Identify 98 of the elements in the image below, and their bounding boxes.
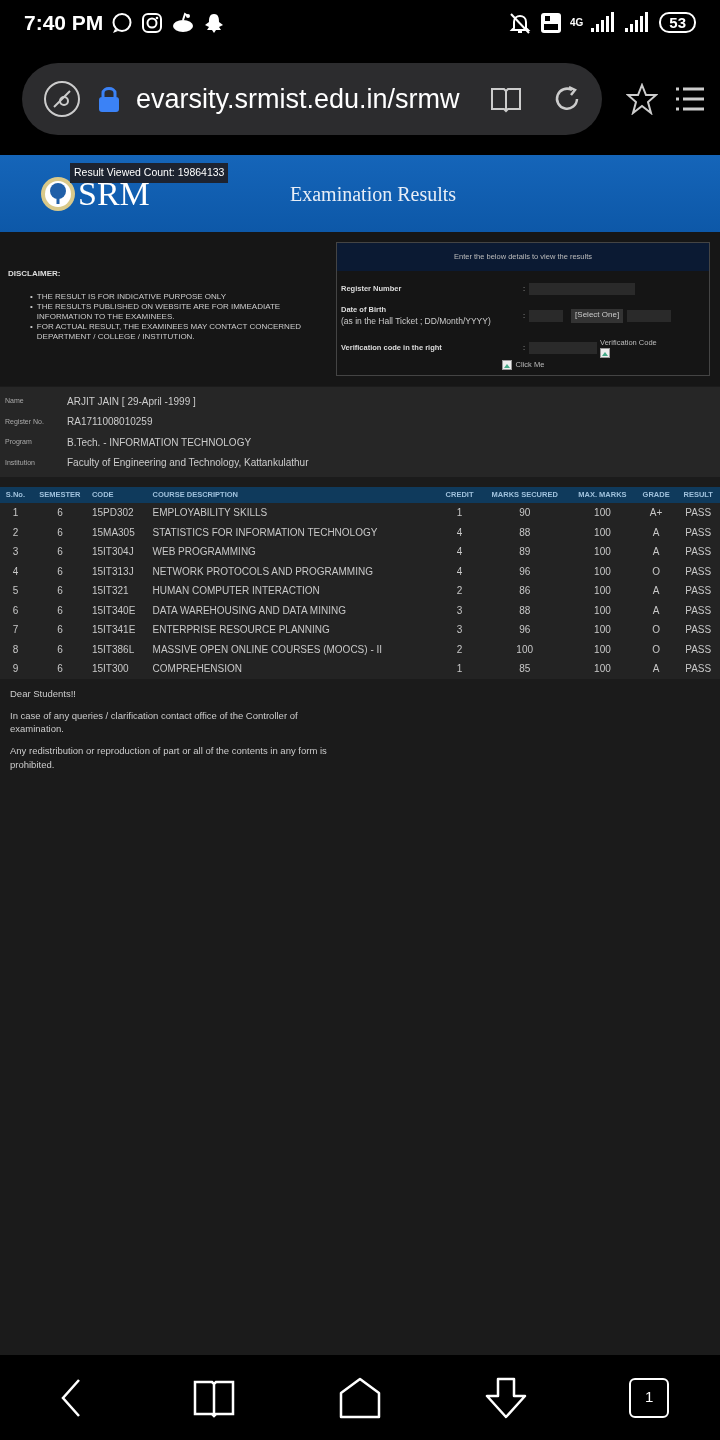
battery-indicator: 53 xyxy=(659,12,696,33)
table-cell: COMPREHENSION xyxy=(149,659,439,679)
download-icon[interactable] xyxy=(483,1375,528,1420)
table-cell: 6 xyxy=(30,581,89,601)
menu-icon[interactable] xyxy=(674,85,706,113)
table-cell: 90 xyxy=(480,503,570,523)
table-cell: 4 xyxy=(438,542,481,562)
table-cell: A+ xyxy=(635,503,677,523)
book-icon[interactable] xyxy=(490,85,522,113)
table-cell: ENTERPRISE RESOURCE PLANNING xyxy=(149,620,439,640)
table-cell: 100 xyxy=(569,503,636,523)
table-cell: PASS xyxy=(676,503,720,523)
table-cell: 5 xyxy=(0,581,31,601)
table-cell: 6 xyxy=(30,659,89,679)
table-cell: 100 xyxy=(480,639,570,659)
table-cell: 4 xyxy=(0,561,31,581)
table-cell: 85 xyxy=(480,659,570,679)
table-cell: 8 xyxy=(0,639,31,659)
clock-time: 7:40 PM xyxy=(24,9,104,36)
table-cell: 15IT304J xyxy=(88,542,150,562)
dropdown[interactable]: [Select One] xyxy=(571,309,624,323)
table-cell: 96 xyxy=(480,561,570,581)
table-cell: WEB PROGRAMMING xyxy=(149,542,439,562)
broken-image-icon xyxy=(600,348,611,359)
table-cell: EMPLOYABILITY SKILLS xyxy=(149,503,439,523)
table-cell: A xyxy=(635,659,677,679)
table-cell: 1 xyxy=(438,503,481,523)
table-cell: 6 xyxy=(30,542,89,562)
disclaimer-item: FOR ACTUAL RESULT, THE EXAMINEES MAY CONTACT CONCERNED DEPARTMENT / COLLEGE / INSTITUTION. xyxy=(36,322,302,342)
notice-text: Dear Students!! xyxy=(10,686,77,700)
table-cell: A xyxy=(635,542,677,562)
address-bar[interactable]: evarsity.srmist.edu.in/srmw xyxy=(22,63,602,135)
chat-bubble-icon xyxy=(111,11,134,34)
lock-icon xyxy=(98,85,120,113)
table-cell: 100 xyxy=(569,581,636,601)
table-cell: 100 xyxy=(569,639,636,659)
table-cell: 9 xyxy=(0,659,31,679)
table-cell: 100 xyxy=(569,542,636,562)
table-cell: 15PD302 xyxy=(88,503,150,523)
tabs-button[interactable]: 1 xyxy=(629,1377,670,1418)
table-cell: 89 xyxy=(480,542,570,562)
table-cell: 88 xyxy=(480,600,570,620)
field-hint: (as in the Hall Ticket ; DD/Month/YYYY) xyxy=(341,315,492,328)
bullet-mark: • xyxy=(30,292,33,302)
url-text: evarsity.srmist.edu.in/srmw xyxy=(136,82,461,116)
page-title: Examination Results xyxy=(290,181,457,207)
bullet-mark: • xyxy=(30,302,33,313)
tree-logo-icon xyxy=(40,175,76,212)
table-cell: PASS xyxy=(676,620,720,640)
detail-value: B.Tech. - INFORMATION TECHNOLOGY xyxy=(67,435,252,450)
table-cell: 2 xyxy=(0,522,31,542)
home-icon[interactable] xyxy=(338,1375,382,1420)
table-cell: PASS xyxy=(676,600,720,620)
broken-image-icon xyxy=(501,359,512,370)
table-cell: 3 xyxy=(438,620,481,640)
disclaimer-item: THE RESULTS PUBLISHED ON WEBSITE ARE FOR IMMEADIATE INFORMATION TO THE EXAMINEES. xyxy=(36,302,282,322)
table-cell: 86 xyxy=(480,581,570,601)
table-cell: 15IT300 xyxy=(88,659,150,679)
notice-text: In case of any queries / clarification contact office of the Controller of examination. xyxy=(10,708,299,736)
table-cell: 1 xyxy=(438,659,481,679)
table-cell: 6 xyxy=(30,503,89,523)
table-cell: 88 xyxy=(480,522,570,542)
network-label: 4G xyxy=(569,17,584,28)
bullet-mark: • xyxy=(30,322,33,333)
notice-text: Any redistribution or reproduction of part or all of the contents in any form is prohibited. xyxy=(10,744,328,771)
table-cell: PASS xyxy=(676,522,720,542)
table-cell: PASS xyxy=(676,581,720,601)
table-cell: 1 xyxy=(0,503,31,523)
disclaimer-heading: DISCLAIMER: xyxy=(8,268,62,280)
view-count-tooltip: Result Viewed Count: 19864133 xyxy=(70,163,229,183)
table-cell: 3 xyxy=(0,542,31,562)
table-cell: 7 xyxy=(0,620,31,640)
table-cell: 100 xyxy=(569,600,636,620)
detail-value: ARJIT JAIN [ 29-April -1999 ] xyxy=(67,394,196,409)
disclaimer-item: THE RESULT IS FOR INDICATIVE PURPOSE ONLY xyxy=(36,292,228,302)
table-cell: 96 xyxy=(480,620,570,640)
table-cell: PASS xyxy=(676,659,720,679)
table-cell: 15IT321 xyxy=(88,581,150,601)
table-cell: 100 xyxy=(569,620,636,640)
camera-icon xyxy=(141,11,164,34)
table-cell: 100 xyxy=(569,561,636,581)
detail-value: RA1711008010259 xyxy=(67,415,153,430)
table-cell: 6 xyxy=(0,600,31,620)
table-cell: 100 xyxy=(569,659,636,679)
table-cell: O xyxy=(635,620,677,640)
detail-value: Faculty of Engineering and Technology, Kattankulathur xyxy=(67,456,309,471)
ad-block-icon xyxy=(42,79,82,119)
table-cell: PASS xyxy=(676,561,720,581)
table-cell: PASS xyxy=(676,542,720,562)
table-cell: 6 xyxy=(30,620,89,640)
table-cell: 2 xyxy=(438,581,481,601)
table-cell: A xyxy=(635,581,677,601)
table-cell: 100 xyxy=(569,522,636,542)
star-icon[interactable] xyxy=(626,83,658,115)
table-cell: 15IT341E xyxy=(88,620,150,640)
table-cell: HUMAN COMPUTER INTERACTION xyxy=(149,581,439,601)
table-cell: PASS xyxy=(676,639,720,659)
alien-icon xyxy=(171,11,196,34)
